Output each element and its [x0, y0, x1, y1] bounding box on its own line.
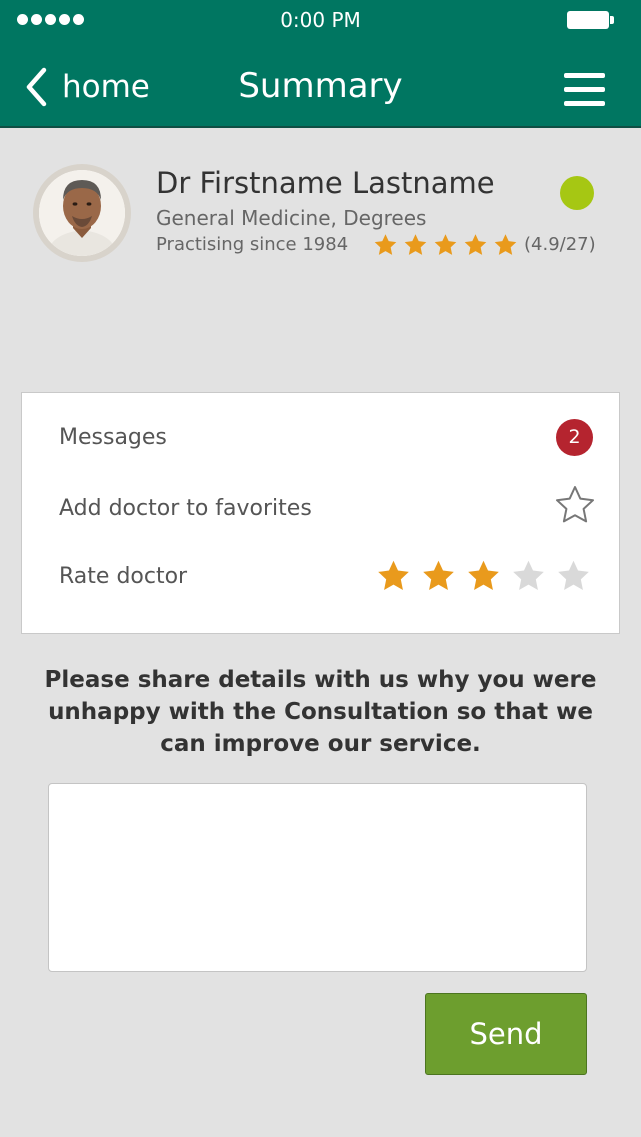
back-button[interactable]: home — [24, 66, 150, 108]
online-status-indicator — [560, 176, 594, 210]
add-favorites-label[interactable]: Add doctor to favorites — [59, 496, 312, 521]
feedback-prompt: Please share details with us why you wer… — [44, 667, 597, 757]
messages-count-badge[interactable]: 2 — [556, 419, 593, 456]
app-header: 0:00 PM home Summary — [0, 0, 641, 128]
chevron-left-icon — [26, 67, 47, 107]
doctor-avatar — [33, 164, 131, 262]
hamburger-menu-icon[interactable] — [564, 73, 605, 106]
status-time: 0:00 PM — [280, 8, 361, 32]
rate-doctor-stars[interactable] — [376, 559, 591, 593]
rating-star-icon — [434, 234, 457, 255]
doctor-name: Dr Firstname Lastname — [156, 166, 495, 200]
battery-icon — [567, 11, 614, 29]
doctor-photo — [39, 170, 125, 256]
doctor-rating-text: (4.9/27) — [524, 234, 596, 255]
messages-label[interactable]: Messages — [59, 425, 167, 450]
rating-star-icon — [404, 234, 427, 255]
rating-star-icon — [494, 234, 517, 255]
rate-star-icon[interactable] — [556, 559, 591, 593]
rating-star-icon — [374, 234, 397, 255]
back-label: home — [62, 69, 150, 105]
rate-star-icon[interactable] — [376, 559, 411, 593]
rate-star-icon[interactable] — [466, 559, 501, 593]
doctor-specialty: General Medicine, Degrees — [156, 206, 427, 230]
feedback-textarea[interactable] — [48, 783, 587, 972]
doctor-rating-stars — [373, 233, 518, 257]
send-button[interactable]: Send — [425, 993, 587, 1075]
actions-card: Messages 2 Add doctor to favorites Rate … — [21, 392, 620, 634]
rate-star-icon[interactable] — [421, 559, 456, 593]
doctor-practising-since: Practising since 1984 — [156, 234, 349, 255]
rating-star-icon — [464, 234, 487, 255]
rate-star-icon[interactable] — [511, 559, 546, 593]
rate-doctor-label: Rate doctor — [59, 564, 188, 589]
favorite-star-icon[interactable] — [555, 485, 595, 525]
status-bar: 0:00 PM — [0, 0, 641, 40]
